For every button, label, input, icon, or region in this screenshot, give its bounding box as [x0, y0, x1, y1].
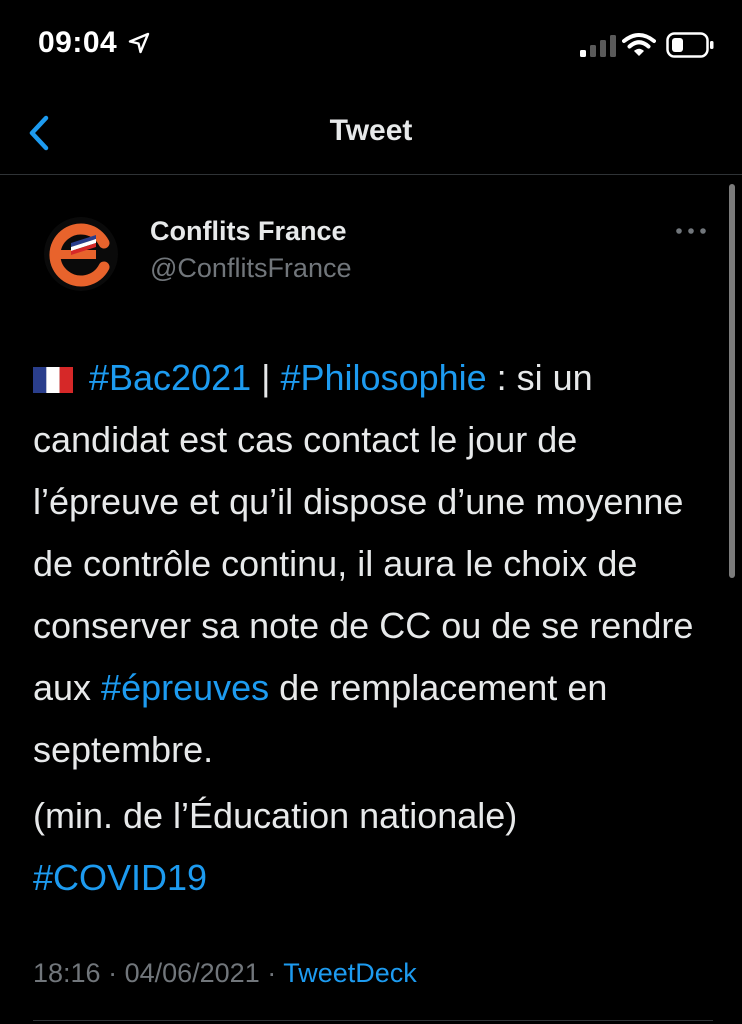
cellular-signal-icon	[580, 35, 616, 57]
conflits-france-logo-icon[interactable]	[44, 217, 118, 291]
tweet-time: 18:16	[33, 958, 101, 988]
status-time: 09:04	[38, 26, 118, 59]
tweet-source-app[interactable]: TweetDeck	[283, 958, 417, 988]
hashtag-epreuves[interactable]: #épreuves	[101, 667, 269, 708]
author-display-name[interactable]: Conflits France	[150, 216, 347, 247]
france-flag-icon	[33, 367, 73, 393]
author-handle[interactable]: @ConflitsFrance	[150, 253, 351, 284]
divider	[33, 1020, 713, 1021]
navigation-bar: Tweet	[0, 92, 742, 175]
battery-icon	[666, 32, 714, 58]
tweet-date: 04/06/2021	[124, 958, 260, 988]
tweet-meta: 18:16 · 04/06/2021 · TweetDeck	[33, 958, 417, 989]
location-arrow-icon	[128, 32, 150, 54]
more-horizontal-icon[interactable]	[674, 221, 708, 241]
tweet-paragraph: #Bac2021 | #Philosophie : si un candidat…	[33, 347, 713, 781]
scroll-indicator[interactable]	[729, 184, 735, 578]
hashtag-bac2021[interactable]: #Bac2021	[89, 357, 251, 398]
hashtag-philosophie[interactable]: #Philosophie	[281, 357, 487, 398]
tweet-paragraph: (min. de l’Éducation nationale) #COVID19	[33, 785, 713, 909]
meta-separator: ·	[100, 958, 125, 988]
tweet-text: #Bac2021 | #Philosophie : si un candidat…	[33, 347, 713, 909]
tweet-source-text: (min. de l’Éducation nationale)	[33, 795, 518, 836]
page-title: Tweet	[329, 114, 413, 147]
hashtag-covid19[interactable]: #COVID19	[33, 857, 207, 898]
meta-separator: ·	[259, 958, 284, 988]
wifi-icon	[622, 33, 656, 56]
status-bar: 09:04	[0, 0, 742, 92]
separator-text: |	[251, 357, 281, 398]
tweet-text-part1: : si un candidat est cas contact le jour…	[33, 357, 694, 708]
